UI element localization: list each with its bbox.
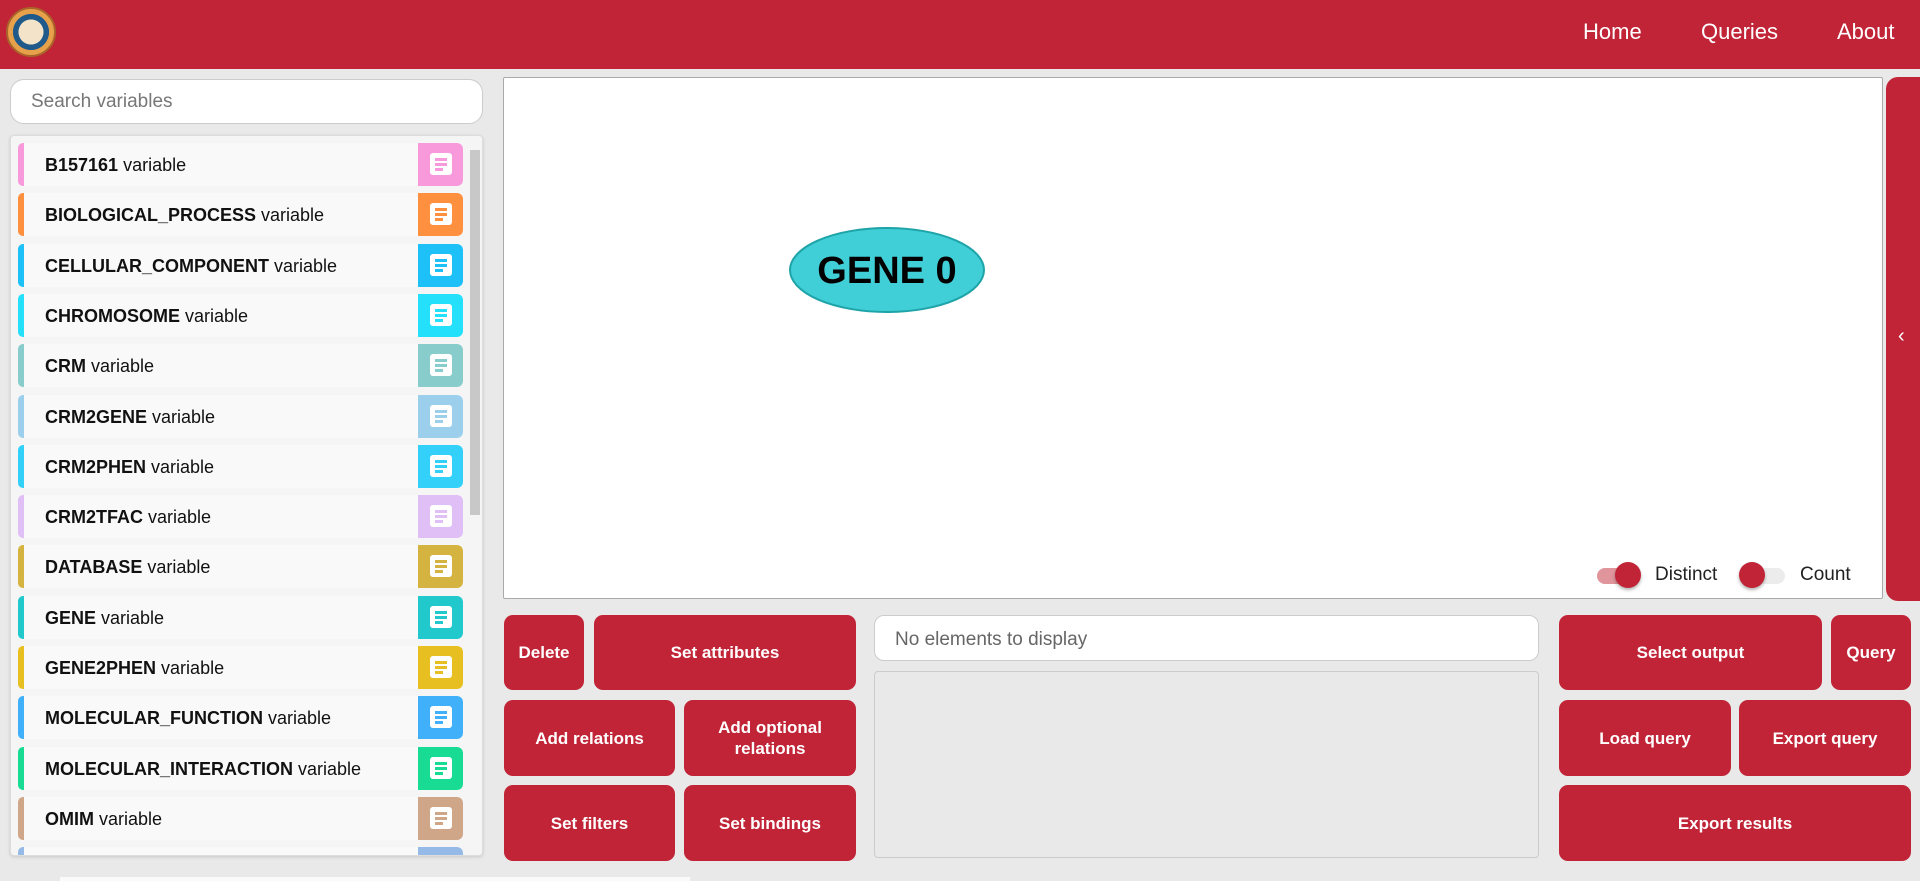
distinct-toggle[interactable] [1597, 562, 1641, 588]
add-optional-relations-button[interactable]: Add optional relations [684, 700, 856, 776]
set-attributes-button[interactable]: Set attributes [594, 615, 856, 690]
variable-item[interactable]: CHROMOSOME variable [18, 293, 463, 337]
variable-details-icon[interactable] [418, 746, 463, 790]
color-bar [18, 746, 24, 790]
variable-item[interactable]: CRM2GENE variable [18, 394, 463, 438]
university-logo[interactable] [6, 7, 56, 57]
variable-details-icon[interactable] [418, 293, 463, 337]
results-area [874, 671, 1539, 858]
variable-details-icon[interactable] [418, 143, 463, 186]
color-bar [18, 444, 24, 488]
export-query-button[interactable]: Export query [1739, 700, 1911, 776]
variable-details-icon[interactable] [418, 495, 463, 539]
query-graph-canvas[interactable]: GENE 0 [503, 77, 1883, 599]
variable-item[interactable]: DATABASE variable [18, 545, 463, 589]
variable-details-icon[interactable] [418, 545, 463, 589]
variable-details-icon[interactable] [418, 444, 463, 488]
variable-label: CRM2GENE variable [45, 406, 216, 427]
variable-label: OMIM variable [45, 808, 163, 829]
top-nav-bar: Home Queries About [0, 0, 1920, 69]
color-bar [18, 193, 24, 237]
variable-item[interactable]: CELLULAR_COMPONENT variable [18, 243, 463, 287]
variable-details-icon[interactable] [418, 394, 463, 438]
color-bar [18, 595, 24, 639]
variable-label: B157161 variable [45, 155, 187, 175]
color-bar [18, 495, 24, 539]
variable-item[interactable]: MOLECULAR_INTERACTION variable [18, 746, 463, 790]
variable-item[interactable]: BIOLOGICAL_PROCESS variable [18, 193, 463, 237]
load-query-button[interactable]: Load query [1559, 700, 1731, 776]
variable-item[interactable]: MOLECULAR_FUNCTION variable [18, 696, 463, 740]
add-relations-button[interactable]: Add relations [504, 700, 675, 776]
color-bar [18, 796, 24, 840]
variable-item[interactable]: GENE2PHEN variable [18, 646, 463, 689]
results-message: No elements to display [874, 615, 1539, 661]
variable-details-icon[interactable] [418, 595, 463, 639]
variable-label: CRM2TFAC variable [45, 507, 212, 528]
set-bindings-button[interactable]: Set bindings [684, 785, 856, 861]
variable-details-icon[interactable] [418, 193, 463, 237]
chevron-left-icon: ‹ [1898, 325, 1905, 347]
delete-button[interactable]: Delete [504, 615, 584, 690]
variable-details-icon[interactable] [418, 344, 463, 388]
export-results-button[interactable]: Export results [1559, 785, 1911, 861]
variable-item[interactable]: CRM2PHEN variable [18, 444, 463, 488]
color-bar [18, 344, 24, 388]
variable-item[interactable]: CRM variable [18, 344, 463, 388]
color-bar [18, 143, 24, 186]
collapse-panel-tab[interactable]: ‹ [1886, 77, 1920, 601]
variable-item[interactable] [18, 847, 463, 855]
color-bar [18, 243, 24, 287]
query-button[interactable]: Query [1831, 615, 1911, 690]
nav-queries[interactable]: Queries [1701, 19, 1778, 45]
variable-label: CRM2PHEN variable [45, 456, 215, 477]
variable-label: GENE2PHEN variable [45, 658, 225, 678]
color-bar [18, 847, 24, 855]
variable-item[interactable]: CRM2TFAC variable [18, 495, 463, 539]
scrollbar[interactable] [470, 150, 480, 515]
variable-details-icon[interactable] [418, 796, 463, 840]
variable-label: GENE variable [45, 607, 165, 628]
variable-label: BIOLOGICAL_PROCESS variable [45, 205, 325, 226]
variable-label: CRM variable [45, 356, 155, 377]
variable-item[interactable]: GENE variable [18, 595, 463, 639]
variable-label: CHROMOSOME variable [45, 305, 249, 326]
variable-label: MOLECULAR_INTERACTION variable [45, 758, 362, 779]
count-toggle[interactable] [1739, 562, 1785, 588]
count-label: Count [1800, 564, 1851, 585]
color-bar [18, 394, 24, 438]
variable-details-icon[interactable] [418, 646, 463, 689]
variable-item[interactable]: B157161 variable [18, 143, 463, 186]
variable-item[interactable]: OMIM variable [18, 796, 463, 840]
graph-node-gene-0[interactable]: GENE 0 [789, 227, 985, 313]
variable-details-icon[interactable] [418, 696, 463, 740]
search-variables-input[interactable] [10, 79, 483, 124]
color-bar [18, 293, 24, 337]
nav-home[interactable]: Home [1583, 19, 1642, 45]
node-label: GENE 0 [817, 250, 956, 292]
variable-details-icon[interactable] [418, 243, 463, 287]
variable-list: B157161 variable BIOLOGICAL_PROCESS vari… [10, 135, 483, 856]
footer-strip [60, 877, 690, 881]
distinct-label: Distinct [1655, 564, 1718, 585]
color-bar [18, 696, 24, 740]
color-bar [18, 646, 24, 689]
set-filters-button[interactable]: Set filters [504, 785, 675, 861]
variable-details-icon[interactable] [418, 847, 463, 855]
variable-label: MOLECULAR_FUNCTION variable [45, 708, 332, 729]
color-bar [18, 545, 24, 589]
variable-label: DATABASE variable [45, 557, 211, 578]
variable-label: CELLULAR_COMPONENT variable [45, 255, 338, 276]
select-output-button[interactable]: Select output [1559, 615, 1822, 690]
nav-about[interactable]: About [1837, 19, 1895, 45]
